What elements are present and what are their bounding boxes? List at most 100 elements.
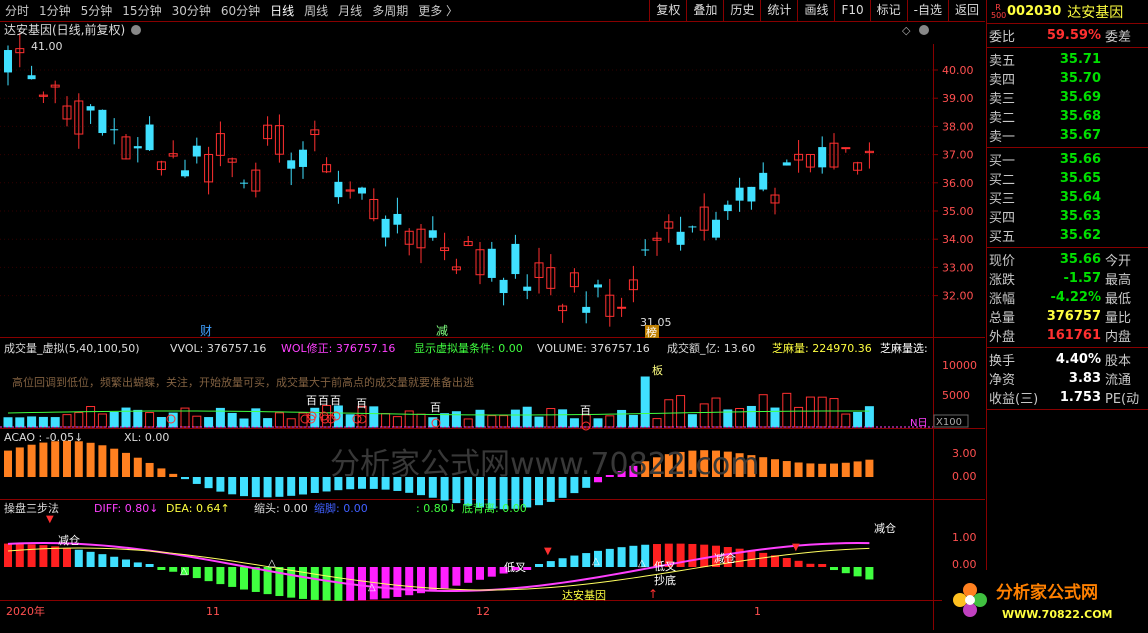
candle-down [86,106,95,111]
nday-label: N日 [910,418,927,429]
buys-row: 买二 35.65 [987,169,1148,188]
period-tab-1[interactable]: 1分钟 [34,0,76,22]
tool-button-2[interactable]: 历史 [723,0,760,22]
period-tabs: 分时 1分钟 5分钟 15分钟 30分钟 60分钟 日线 周线 月线 多周期 更多 〉 [0,0,463,22]
buys-row: 买三 35.64 [987,188,1148,207]
tool-button-3[interactable]: 统计 [760,0,797,22]
tool-button-8[interactable]: 返回 [947,0,985,22]
acao-bar [169,473,178,477]
period-tab-4[interactable]: 30分钟 [167,0,216,22]
row-label: 涨跌 [989,273,1016,288]
macd-bar [428,567,437,591]
acao-bar [818,463,827,477]
candle-down [240,182,248,184]
row-value: 35.64 [1059,190,1101,205]
row-label: 涨幅 [989,292,1016,307]
period-tab-0[interactable]: 分时 [0,0,34,22]
row-value: 376757 [1046,309,1101,324]
vol-vvol-fix: WOL修正: 376757.16 [281,341,395,355]
period-tab-2[interactable]: 5分钟 [76,0,118,22]
acao-title: ACAO : -0.05↓ [4,431,83,444]
volume-bar [369,406,379,428]
vol-volume: VOLUME: 376757.16 [537,342,650,355]
tool-button-6[interactable]: 标记 [869,0,907,22]
row-value: 35.66 [1059,152,1101,167]
candle-down [759,172,768,190]
volume-bar [38,416,48,428]
row-label: 总量 [989,311,1016,326]
chart-area: 40.00 39.00 38.00 37.00 36.00 35.00 34.00 33.00… [0,22,985,630]
chevron-down-icon[interactable] [131,25,141,35]
row-label: 净资 [989,373,1016,388]
volume-bar [829,398,839,428]
tool-button-4[interactable]: 画线 [797,0,834,22]
row-value: 35.66 [1059,252,1101,267]
candle-up [841,147,851,150]
row-label: 买五 [989,230,1016,245]
row-value: 1.753 [1059,390,1101,405]
diamond-icon[interactable]: ◇ [902,24,911,37]
candle-down [676,231,685,245]
acao-bar [240,477,248,497]
tool-button-5[interactable]: F10 [834,0,869,22]
triangle-up-icon: △ [592,556,600,567]
macd-bar [700,544,709,567]
period-toolbar: 分时 1分钟 5分钟 15分钟 30分钟 60分钟 日线 周线 月线 多周期 更多 〉 复权 叠加 历史… [0,0,985,22]
vol-bai-label: 百 [580,404,591,417]
period-tab-9[interactable]: 多周期 [367,0,413,22]
volume-bar [381,413,391,428]
volume-bar [27,416,37,428]
candle-down [511,243,520,275]
volume-bar [392,416,402,428]
volume-bar [274,412,284,428]
weicha-label: 委差 [1105,30,1132,45]
tool-button-1[interactable]: 叠加 [686,0,723,22]
settings-icon[interactable] [919,25,929,35]
macd-bar [15,543,24,567]
period-tab-6[interactable]: 日线 [265,0,299,22]
row-value: 35.69 [1059,90,1101,105]
candle-down [181,170,189,177]
high-price-label: 41.00 [31,40,63,53]
period-tab-7[interactable]: 周线 [299,0,333,22]
volume-bar [3,417,13,428]
period-tab-5[interactable]: 60分钟 [216,0,265,22]
macd-bars: △ △ △ △ △ ▼ ▼ ▼ ↑ [4,514,874,601]
acao-bar [865,459,874,477]
period-tab-10[interactable]: 更多 〉 [413,0,463,22]
triangle-down-icon: ▼ [46,514,54,525]
macd-bar [865,567,874,580]
period-tab-8[interactable]: 月线 [333,0,367,22]
row-label: 卖五 [989,54,1016,69]
vol-amount: 成交额_亿: 13.60 [667,341,755,355]
volume-bar [263,418,273,428]
stock-badge: R 500 [991,2,1007,20]
candle-down [499,279,508,294]
acao-bar [287,477,296,496]
macd-bar [27,544,36,567]
macd-bar [287,567,296,598]
tool-button-0[interactable]: 复权 [649,0,686,22]
x100-label: X100 [936,417,962,428]
candle-down [381,218,390,238]
volume-bar [416,413,426,428]
vol-zhima2: 芝麻量选: [880,341,928,355]
volume-bar [510,409,520,428]
candle-down [334,181,343,198]
tool-button-7[interactable]: -自选 [906,0,948,22]
volume-bar [522,406,532,428]
period-tab-3[interactable]: 15分钟 [117,0,166,22]
acao-bar [794,462,803,477]
macd-bar [122,559,130,567]
volume-bar [546,408,556,428]
row-value: 35.68 [1059,109,1101,124]
volume-bar [817,396,827,428]
triangle-up-icon: △ [268,558,276,569]
price-tick: 35.00 [942,205,974,218]
row-tail-label: 内盘 [1105,330,1132,345]
macd-bar [157,567,166,570]
acao-bar [782,461,791,477]
vol-bai-label: 百 [430,401,441,414]
macd-bar [558,558,567,567]
macd-bar [535,564,543,567]
